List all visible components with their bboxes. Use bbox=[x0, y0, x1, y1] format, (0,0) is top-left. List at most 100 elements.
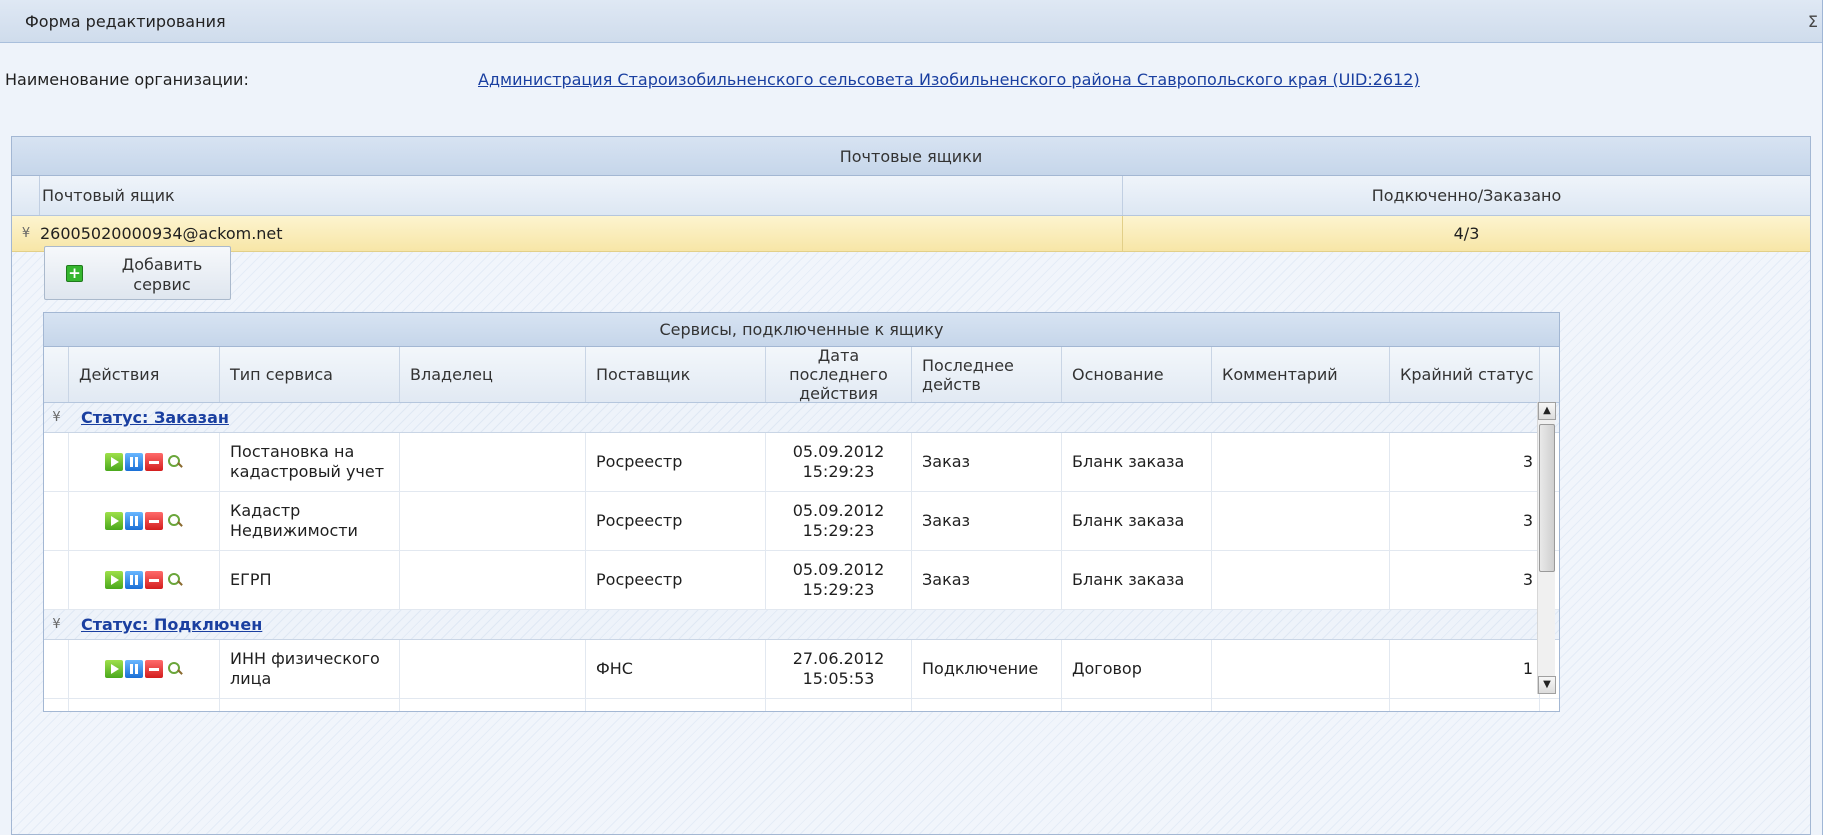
cell-provider: ФНС bbox=[586, 640, 766, 698]
cell-basis: Бланк заказа bbox=[1062, 551, 1212, 609]
column-actions[interactable]: Действия bbox=[69, 347, 220, 402]
mailboxes-caption: Почтовые ящики bbox=[12, 137, 1810, 176]
dialog-titlebar: Форма редактирования Σ bbox=[0, 0, 1822, 43]
row-spacer bbox=[44, 433, 69, 491]
mailbox-count: 4/3 bbox=[1453, 224, 1480, 243]
collapse-icon[interactable]: ¥ bbox=[44, 617, 69, 632]
cell-last-action-date: 27.06.2012 bbox=[766, 699, 912, 711]
cell-final-status: 3 bbox=[1390, 551, 1540, 609]
organization-row: Наименование организации: Администрация … bbox=[0, 66, 1823, 96]
view-icon[interactable] bbox=[165, 512, 183, 530]
view-icon[interactable] bbox=[165, 660, 183, 678]
column-last-action-date[interactable]: Дата последнего действия bbox=[766, 346, 912, 403]
organization-link[interactable]: Администрация Староизобильненского сельс… bbox=[478, 70, 1420, 89]
dialog-title: Форма редактирования bbox=[25, 11, 226, 31]
services-header: Действия Тип сервиса Владелец Поставщик … bbox=[44, 346, 1559, 403]
column-provider[interactable]: Поставщик bbox=[586, 347, 766, 402]
cell-service-type: Кадастр Недвижимости bbox=[220, 492, 400, 550]
row-actions bbox=[69, 551, 220, 609]
cell-final-status: 3 bbox=[1390, 492, 1540, 550]
cell-service-type: Краткий ЕГРЮЛ/ bbox=[220, 699, 400, 711]
add-service-button[interactable]: + Добавить сервис bbox=[44, 246, 231, 300]
table-row[interactable]: Кадастр Недвижимости Росреестр 05.09.2012 1… bbox=[44, 492, 1559, 551]
services-grid: Сервисы, подключенные к ящику Действия Т… bbox=[43, 312, 1560, 712]
header-spacer bbox=[12, 176, 40, 215]
column-service-type[interactable]: Тип сервиса bbox=[220, 347, 400, 402]
scroll-up-icon[interactable]: ▲ bbox=[1538, 402, 1556, 420]
cell-date: 27.06.2012 bbox=[792, 649, 885, 668]
pause-icon[interactable] bbox=[125, 571, 143, 589]
column-connected-ordered[interactable]: Подкюченно/Заказано bbox=[1123, 176, 1810, 215]
row-spacer bbox=[44, 492, 69, 550]
cell-comment bbox=[1212, 492, 1390, 550]
column-comment[interactable]: Комментарий bbox=[1212, 347, 1390, 402]
play-icon[interactable] bbox=[105, 571, 123, 589]
row-spacer bbox=[44, 640, 69, 698]
plus-icon: + bbox=[66, 265, 83, 282]
mailbox-row[interactable]: ¥ 26005020000934@ackom.net 4/3 bbox=[12, 216, 1810, 252]
cell-basis: Бланк заказа bbox=[1062, 492, 1212, 550]
cell-final-status: 1 bbox=[1390, 640, 1540, 698]
stop-icon[interactable] bbox=[145, 512, 163, 530]
group-row[interactable]: ¥ Статус: Подключен bbox=[44, 610, 1559, 640]
cell-last-action-date: 05.09.2012 15:29:23 bbox=[766, 551, 912, 609]
pause-icon[interactable] bbox=[125, 512, 143, 530]
cell-time: 15:29:23 bbox=[802, 580, 875, 599]
column-last-action[interactable]: Последнее действ bbox=[912, 347, 1062, 402]
play-icon[interactable] bbox=[105, 512, 123, 530]
column-final-status[interactable]: Крайний статус bbox=[1390, 347, 1540, 402]
cell-date: 05.09.2012 bbox=[792, 501, 885, 520]
cell-owner bbox=[400, 640, 586, 698]
row-actions bbox=[69, 699, 220, 711]
collapse-icon[interactable]: ¥ bbox=[44, 410, 69, 425]
play-icon[interactable] bbox=[105, 660, 123, 678]
group-row[interactable]: ¥ Статус: Заказан bbox=[44, 403, 1559, 433]
row-spacer bbox=[44, 551, 69, 609]
column-owner[interactable]: Владелец bbox=[400, 347, 586, 402]
pause-icon[interactable] bbox=[125, 660, 143, 678]
table-row[interactable]: Краткий ЕГРЮЛ/ФНС27.06.2012ПодключениеДо… bbox=[44, 699, 1559, 711]
group-title[interactable]: Статус: Подключен bbox=[81, 615, 262, 634]
cell-time: 15:29:23 bbox=[802, 521, 875, 540]
row-spacer bbox=[44, 699, 69, 711]
cell-time: 15:29:23 bbox=[802, 462, 875, 481]
group-title[interactable]: Статус: Заказан bbox=[81, 408, 229, 427]
collapse-icon[interactable]: ¥ bbox=[12, 216, 40, 251]
table-row[interactable]: ЕГРП Росреестр 05.09.2012 15:29:23 Заказ Блан… bbox=[44, 551, 1559, 610]
mailboxes-header: Почтовый ящик Подкюченно/Заказано bbox=[12, 176, 1810, 216]
cell-owner bbox=[400, 433, 586, 491]
cell-last-action: Подключение bbox=[912, 699, 1062, 711]
cell-service-type: ЕГРП bbox=[220, 551, 400, 609]
cell-owner bbox=[400, 492, 586, 550]
scroll-thumb[interactable] bbox=[1539, 424, 1555, 572]
pause-icon[interactable] bbox=[125, 453, 143, 471]
stop-icon[interactable] bbox=[145, 571, 163, 589]
column-basis[interactable]: Основание bbox=[1062, 347, 1212, 402]
cell-service-type: ИНН физического лица bbox=[220, 640, 400, 698]
cell-comment bbox=[1212, 699, 1390, 711]
edit-form-dialog: Форма редактирования Σ Наименование орга… bbox=[0, 0, 1823, 835]
close-icon[interactable]: Σ bbox=[1808, 12, 1818, 31]
stop-icon[interactable] bbox=[145, 660, 163, 678]
services-body: ¥ Статус: Заказан Постановка на кадастровы… bbox=[44, 403, 1559, 711]
cell-comment bbox=[1212, 640, 1390, 698]
cell-last-action: Заказ bbox=[912, 551, 1062, 609]
view-icon[interactable] bbox=[165, 571, 183, 589]
cell-last-action: Заказ bbox=[912, 433, 1062, 491]
row-actions bbox=[69, 492, 220, 550]
cell-final-status: 1 bbox=[1390, 699, 1540, 711]
cell-owner bbox=[400, 551, 586, 609]
table-row[interactable]: Постановка на кадастровый учет Росреестр 0… bbox=[44, 433, 1559, 492]
cell-last-action: Заказ bbox=[912, 492, 1062, 550]
play-icon[interactable] bbox=[105, 453, 123, 471]
vertical-scrollbar[interactable]: ▲ ▼ bbox=[1537, 402, 1556, 694]
stop-icon[interactable] bbox=[145, 453, 163, 471]
header-spacer bbox=[44, 347, 69, 402]
cell-last-action-date: 27.06.2012 15:05:53 bbox=[766, 640, 912, 698]
scroll-down-icon[interactable]: ▼ bbox=[1538, 676, 1556, 694]
cell-service-type: Постановка на кадастровый учет bbox=[220, 433, 400, 491]
view-icon[interactable] bbox=[165, 453, 183, 471]
row-actions bbox=[69, 640, 220, 698]
table-row[interactable]: ИНН физического лица ФНС 27.06.2012 15:05:5… bbox=[44, 640, 1559, 699]
column-mailbox[interactable]: Почтовый ящик bbox=[40, 176, 1123, 215]
